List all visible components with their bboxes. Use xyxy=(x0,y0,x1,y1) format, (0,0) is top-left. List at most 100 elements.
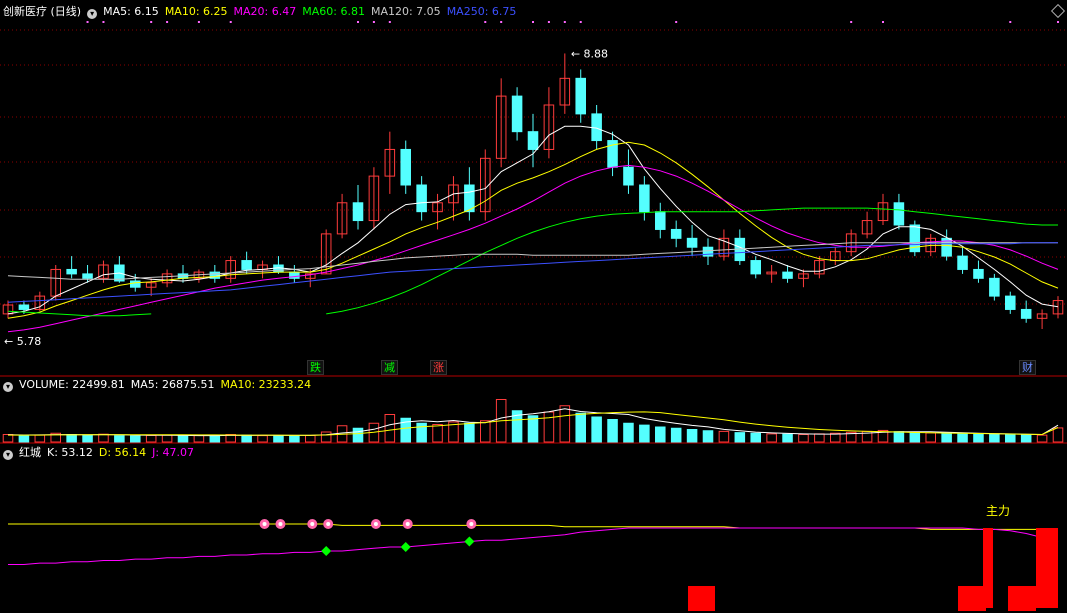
volume-bar xyxy=(559,405,571,443)
candle-body xyxy=(575,77,586,115)
stock-chart-window: ← 8.88 ← 5.78 创新医疗 (日线) ▾ MA5: 6.15 MA10: 6.… xyxy=(0,0,1067,613)
candle-body xyxy=(639,184,650,213)
signal-dot xyxy=(500,21,503,23)
volume-bar xyxy=(591,416,602,443)
volume-bar xyxy=(320,431,332,443)
candle-body xyxy=(686,237,698,248)
tag-cai[interactable]: 财 xyxy=(1019,360,1036,375)
signal-dot xyxy=(102,21,105,23)
volume-bar xyxy=(257,435,268,443)
volume-bar xyxy=(718,430,730,443)
zhuli-signal-bar xyxy=(958,586,986,611)
signal-dot xyxy=(563,21,566,23)
candle-body xyxy=(527,131,539,150)
candle-body xyxy=(130,280,141,288)
candle-body xyxy=(416,184,427,213)
candle-body xyxy=(782,271,793,279)
signal-dot xyxy=(388,21,391,23)
volume-bar xyxy=(543,411,555,443)
volume-bar xyxy=(686,429,698,443)
ma-legend-1: MA10: 6.25 xyxy=(164,5,228,18)
volume-bar xyxy=(527,415,539,443)
volume-bar xyxy=(607,419,618,443)
candle-body xyxy=(18,304,30,310)
stock-title: 创新医疗 (日线) xyxy=(3,5,82,18)
ma-legend-3: MA60: 6.81 xyxy=(302,5,365,18)
signal-dot xyxy=(357,21,359,23)
volume-bar xyxy=(34,434,46,443)
volume-bar xyxy=(1005,434,1016,443)
chart-canvas[interactable]: ← 8.88 ← 5.78 xyxy=(0,0,1067,613)
zhuli-signal-bar xyxy=(1008,586,1036,611)
volume-bar xyxy=(384,414,396,443)
volume-bar xyxy=(766,433,777,443)
candle-body xyxy=(655,211,666,230)
settings-toggle-icon[interactable]: ▾ xyxy=(87,9,98,19)
indicator-header: ▾ 红城 K: 53.12 D: 56.14 J: 47.07 xyxy=(3,446,206,460)
volume-bar xyxy=(177,435,189,443)
volume-bar xyxy=(782,433,793,443)
volume-bar xyxy=(305,435,316,443)
volume-bar xyxy=(575,412,586,443)
volume-bar xyxy=(750,432,761,443)
volume-bar xyxy=(623,422,634,443)
signal-dot xyxy=(850,21,853,23)
volume-bar xyxy=(209,435,221,443)
tag-die[interactable]: 跌 xyxy=(307,360,324,375)
volume-bar xyxy=(432,424,443,443)
signal-dot xyxy=(532,21,534,23)
indicator-line-d xyxy=(8,523,1059,530)
main-header: 创新医疗 (日线) ▾ MA5: 6.15 MA10: 6.25 MA20: 6.47 M… xyxy=(3,5,528,19)
high-price-label: ← 8.88 xyxy=(571,47,608,60)
signal-dot xyxy=(1057,21,1059,23)
volume-bar xyxy=(289,435,300,443)
volume-bar xyxy=(193,434,205,443)
candle-body xyxy=(989,277,1000,297)
buy-signal-diamond xyxy=(464,536,475,547)
volume-bar xyxy=(655,426,666,443)
volume-legend-0: VOLUME: 22499.81 xyxy=(19,378,125,391)
volume-bar xyxy=(909,432,921,443)
candle-body xyxy=(591,113,602,142)
flower-marker-center xyxy=(405,522,410,526)
volume-bar xyxy=(82,434,93,443)
signal-dot xyxy=(1009,21,1012,23)
signal-dot xyxy=(882,21,884,23)
volume-bar xyxy=(352,427,364,443)
volume-bar xyxy=(480,420,491,443)
signal-dot xyxy=(547,21,550,23)
volume-bar xyxy=(989,433,1000,443)
volume-bar xyxy=(98,433,109,443)
volume-bar xyxy=(18,435,30,443)
signal-dot xyxy=(579,21,582,23)
tag-zhang[interactable]: 涨 xyxy=(430,360,447,375)
volume-bar xyxy=(941,432,952,443)
tag-jian[interactable]: 减 xyxy=(381,360,398,375)
candle-body xyxy=(241,260,252,270)
flower-marker-center xyxy=(373,522,378,526)
candle-body xyxy=(957,255,968,270)
indicator-legend-2: J: 47.07 xyxy=(152,446,195,459)
volume-bar xyxy=(1036,434,1048,443)
volume-bar xyxy=(734,432,746,443)
candle-body xyxy=(511,95,523,133)
indicator-settings-icon[interactable]: ▾ xyxy=(3,450,13,460)
zhuli-signal-bar xyxy=(688,586,715,611)
indicator-legend-0: K: 53.12 xyxy=(47,446,93,459)
signal-dot xyxy=(229,21,232,23)
volume-bar xyxy=(161,434,173,443)
zhuli-label: 主力 xyxy=(986,504,1011,518)
candle-body xyxy=(893,202,905,226)
volume-bar xyxy=(1052,427,1064,443)
candle-body xyxy=(670,228,682,239)
volume-bar xyxy=(814,433,825,443)
signal-dot xyxy=(197,21,200,23)
signal-dot xyxy=(484,21,487,23)
volume-bar xyxy=(925,432,936,443)
volume-settings-icon[interactable]: ▾ xyxy=(3,382,13,392)
candle-body xyxy=(623,166,634,186)
candle-body xyxy=(750,260,761,275)
volume-bar xyxy=(798,434,809,443)
signal-dot xyxy=(372,21,375,23)
signal-dot xyxy=(86,21,89,23)
